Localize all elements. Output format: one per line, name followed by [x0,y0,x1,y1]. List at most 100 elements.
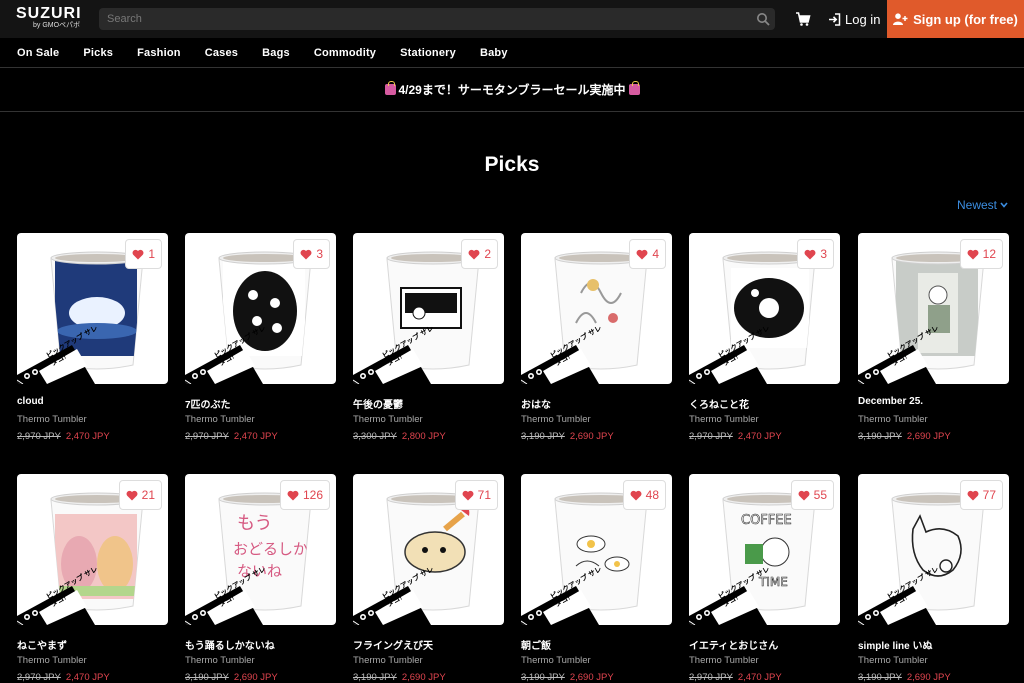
product-price: 2,970 JPY 2,470 JPY [17,431,110,442]
like-count: 55 [813,488,827,502]
like-button[interactable]: 4 [629,239,666,269]
product-image[interactable]: もう おどるしか ないね ピックアップ サレタヨ! 126 [185,474,336,625]
like-button[interactable]: 3 [293,239,330,269]
product-card[interactable]: COFFEE TIME ピックアップ サレタヨ! 55 イエティとおじさん The… [689,474,840,683]
like-button[interactable]: 55 [790,480,834,510]
heart-icon [126,490,138,500]
login-button[interactable]: Log in [828,11,880,27]
sort-label: Newest [957,198,998,212]
category-bags[interactable]: Bags [262,47,290,59]
product-card[interactable]: ピックアップ サレタヨ! 77 simple line いぬ Thermo Tu… [858,474,1009,683]
cart-icon[interactable] [795,11,811,27]
login-label: Log in [845,11,881,27]
product-price: 3,190 JPY 2,690 JPY [185,672,278,683]
category-on-sale[interactable]: On Sale [17,47,59,59]
category-nav: On Sale Picks Fashion Cases Bags Commodi… [0,38,1024,68]
shopping-bag-icon [628,81,640,95]
product-card[interactable]: ピックアップ サレタヨ! 4 おはな Thermo Tumbler 3,190 … [521,233,672,458]
original-price: 3,300 JPY [353,431,397,442]
product-name[interactable]: 午後の憂鬱 [353,396,403,411]
product-card[interactable]: ピックアップ サレタヨ! 3 7匹のぶた Thermo Tumbler 2,97… [185,233,336,458]
product-image[interactable]: ピックアップ サレタヨ! 3 [185,233,336,384]
original-price: 3,190 JPY [521,672,565,683]
product-name[interactable]: December 25. [858,396,923,407]
sale-price: 2,690 JPY [569,672,614,683]
sale-price: 2,690 JPY [233,672,278,683]
sale-announcement[interactable]: 4/29まで！サーモタンブラーセール実施中 [0,68,1024,112]
sale-price: 2,470 JPY [65,672,110,683]
product-image[interactable]: ピックアップ サレタヨ! 48 [521,474,672,625]
top-bar: SUZURI by GMOペパボ Log in Sign up (for fre… [0,0,1024,38]
product-image[interactable]: ピックアップ サレタヨ! 71 [353,474,504,625]
like-button[interactable]: 126 [279,480,330,510]
sort-dropdown[interactable]: Newest [957,198,1008,212]
product-card[interactable]: ピックアップ サレタヨ! 48 朝ご飯 Thermo Tumbler 3,190… [521,474,672,683]
product-card[interactable]: ピックアップ サレタヨ! 1 cloud Thermo Tumbler 2,97… [17,233,168,458]
like-count: 4 [652,247,659,261]
product-price: 3,300 JPY 2,800 JPY [353,431,446,442]
category-baby[interactable]: Baby [480,47,508,59]
product-card[interactable]: ピックアップ サレタヨ! 21 ねこやまず Thermo Tumbler 2,9… [17,474,168,683]
like-count: 126 [302,488,323,502]
product-card[interactable]: ピックアップ サレタヨ! 12 December 25. Thermo Tumb… [858,233,1009,458]
category-cases[interactable]: Cases [205,47,238,59]
svg-text:COFFEE: COFFEE [741,513,792,528]
original-price: 2,970 JPY [689,431,733,442]
like-count: 3 [820,247,827,261]
product-type: Thermo Tumbler [521,655,591,666]
like-button[interactable]: 1 [125,239,162,269]
heart-icon [630,490,642,500]
product-image[interactable]: COFFEE TIME ピックアップ サレタヨ! 55 [689,474,840,625]
product-name[interactable]: simple line いぬ [858,637,932,652]
search-icon[interactable] [756,12,770,26]
category-picks[interactable]: Picks [83,47,113,59]
heart-icon [300,249,312,259]
heart-icon [462,490,474,500]
product-name[interactable]: くろねこと花 [689,396,749,411]
like-button[interactable]: 3 [797,239,834,269]
like-button[interactable]: 71 [454,480,498,510]
product-name[interactable]: おはな [521,396,551,411]
search-input[interactable] [99,8,775,30]
chevron-down-icon [1000,202,1008,208]
product-image[interactable]: ピックアップ サレタヨ! 21 [17,474,168,625]
like-button[interactable]: 12 [959,239,1003,269]
category-stationery[interactable]: Stationery [400,47,456,59]
product-name[interactable]: フライングえび天 [353,637,433,652]
product-name[interactable]: 朝ご飯 [521,637,551,652]
heart-icon [798,490,810,500]
product-card[interactable]: もう おどるしか ないね ピックアップ サレタヨ! 126 もう踊るしかないね Th… [185,474,336,683]
product-type: Thermo Tumbler [521,414,591,425]
product-name[interactable]: 7匹のぶた [185,396,231,411]
like-count: 77 [982,488,996,502]
product-image[interactable]: ピックアップ サレタヨ! 1 [17,233,168,384]
signup-button[interactable]: Sign up (for free) [887,0,1024,38]
product-name[interactable]: ねこやまず [17,637,67,652]
product-price: 3,190 JPY 2,690 JPY [521,672,614,683]
product-card[interactable]: ピックアップ サレタヨ! 3 くろねこと花 Thermo Tumbler 2,9… [689,233,840,458]
logo-text: SUZURI [16,5,82,22]
product-image[interactable]: ピックアップ サレタヨ! 12 [858,233,1009,384]
product-name[interactable]: cloud [17,396,44,407]
like-button[interactable]: 21 [118,480,162,510]
product-type: Thermo Tumbler [17,414,87,425]
like-button[interactable]: 2 [461,239,498,269]
like-button[interactable]: 77 [959,480,1003,510]
sale-price: 2,470 JPY [737,672,782,683]
category-commodity[interactable]: Commodity [314,47,376,59]
sale-price: 2,470 JPY [233,431,278,442]
suzuri-logo[interactable]: SUZURI by GMOペパボ [16,6,84,32]
category-fashion[interactable]: Fashion [137,47,181,59]
original-price: 2,970 JPY [185,431,229,442]
product-type: Thermo Tumbler [185,655,255,666]
product-image[interactable]: ピックアップ サレタヨ! 3 [689,233,840,384]
product-price: 2,970 JPY 2,470 JPY [689,672,782,683]
product-name[interactable]: イエティとおじさん [689,637,778,652]
product-card[interactable]: ピックアップ サレタヨ! 2 午後の憂鬱 Thermo Tumbler 3,30… [353,233,504,458]
product-card[interactable]: ピックアップ サレタヨ! 71 フライングえび天 Thermo Tumbler … [353,474,504,683]
product-image[interactable]: ピックアップ サレタヨ! 2 [353,233,504,384]
like-button[interactable]: 48 [622,480,666,510]
product-name[interactable]: もう踊るしかないね [185,637,275,652]
product-image[interactable]: ピックアップ サレタヨ! 77 [858,474,1009,625]
product-image[interactable]: ピックアップ サレタヨ! 4 [521,233,672,384]
